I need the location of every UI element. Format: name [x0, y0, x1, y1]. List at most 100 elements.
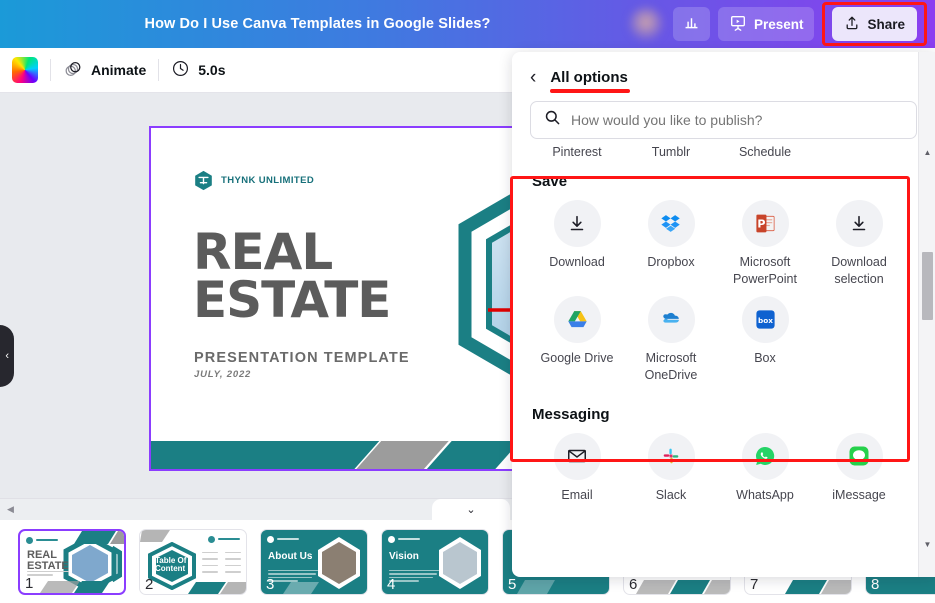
thumbnail-number: 2: [145, 575, 154, 593]
tile-label: Microsoft OneDrive: [644, 350, 698, 382]
slide-panel-collapse-tab[interactable]: ⌄: [432, 499, 510, 520]
tile-label: Dropbox: [647, 255, 695, 269]
avatar[interactable]: [628, 7, 663, 41]
tile-download-selection[interactable]: Download selection: [812, 200, 906, 288]
tile-whatsapp[interactable]: WhatsApp: [718, 432, 812, 504]
thumbnail-number: 4: [387, 575, 396, 593]
share-button[interactable]: Share: [832, 7, 917, 41]
slide-thumbnail-1[interactable]: REAL ESTATE 1: [18, 528, 126, 595]
title-underline-annotation: [550, 89, 630, 93]
save-tile-grid: Download Dropbox P Microsoft PowerPoint …: [530, 200, 917, 392]
slide-thumbnail-2[interactable]: Table Of Content 2: [139, 528, 247, 595]
tile-box[interactable]: box Box: [718, 295, 812, 384]
duration-button[interactable]: 5.0s: [171, 59, 225, 81]
thumbnail-title: About Us: [268, 550, 313, 562]
thumb-logo: [26, 536, 58, 544]
panel-title: All options: [550, 68, 628, 86]
scroll-up-arrow[interactable]: ▲: [919, 144, 935, 161]
box-icon: box: [741, 295, 789, 343]
tile-email[interactable]: Email: [530, 432, 624, 504]
animate-button[interactable]: Animate: [63, 59, 146, 82]
tile-label: Email: [561, 487, 593, 502]
triangle-left-icon[interactable]: ◀: [7, 504, 14, 515]
insights-button[interactable]: [672, 7, 710, 41]
animate-label: Animate: [91, 62, 147, 78]
thumb-bottom-stripe: [188, 581, 246, 594]
thumbnail-number: 3: [266, 575, 275, 593]
messaging-section: Messaging Email Slack WhatsApp iMessage: [512, 406, 935, 512]
chevron-down-icon: ⌄: [466, 504, 476, 516]
slide-logo-text: THYNK UNLIMITED: [221, 175, 315, 186]
thumbnail-title: REAL ESTATE: [27, 548, 69, 573]
imessage-icon: [835, 432, 883, 480]
present-button[interactable]: Present: [717, 7, 815, 41]
tile-google-drive[interactable]: Google Drive: [530, 295, 624, 384]
messaging-tile-grid: Email Slack WhatsApp iMessage: [530, 432, 917, 512]
onedrive-cloud-icon: [647, 295, 695, 343]
thumbnail-title: Vision: [389, 550, 419, 562]
tile-label: iMessage: [832, 487, 886, 502]
rainbow-color-swatch[interactable]: [12, 57, 38, 83]
top-bar: How Do I Use Canva Templates in Google S…: [0, 0, 935, 48]
duration-label: 5.0s: [198, 62, 226, 78]
powerpoint-icon: P: [741, 200, 789, 247]
option-pinterest[interactable]: Pinterest: [530, 145, 624, 159]
tile-label: Microsoft PowerPoint: [733, 255, 797, 286]
tile-label: WhatsApp: [736, 487, 794, 502]
thumb-bullets-2: [225, 551, 241, 575]
thumb-logo: [388, 535, 420, 543]
envelope-icon: [553, 432, 601, 480]
bar-chart-icon: [683, 14, 700, 34]
tile-microsoft-onedrive[interactable]: Microsoft OneDrive: [624, 295, 718, 384]
back-chevron-icon[interactable]: ‹: [530, 68, 536, 87]
tile-microsoft-powerpoint[interactable]: P Microsoft PowerPoint: [718, 200, 812, 288]
scrollbar-thumb[interactable]: [922, 252, 933, 320]
panel-search-wrapper: [512, 91, 935, 139]
download-arrow-icon: [835, 200, 883, 247]
thumb-lines: [389, 569, 439, 584]
share-button-wrapper: Share: [822, 0, 927, 48]
toolbar-divider-2: [158, 59, 160, 81]
slide-subtitle: PRESENTATION TEMPLATE: [194, 350, 410, 366]
tile-imessage[interactable]: iMessage: [812, 432, 906, 504]
tile-label: Slack: [655, 487, 687, 502]
thumbnail-title: Table Of Content: [155, 555, 187, 574]
tile-label: Download selection: [831, 255, 887, 286]
slide-thumbnail-4[interactable]: Vision 4: [381, 528, 489, 595]
search-icon: [544, 109, 561, 131]
option-schedule[interactable]: Schedule: [718, 145, 812, 159]
left-panel-expand-tab[interactable]: ‹: [0, 325, 14, 387]
search-box[interactable]: [530, 101, 917, 139]
tile-label: Download: [549, 255, 605, 269]
save-section: Save Download Dropbox P Microsoft PowerP…: [512, 173, 935, 392]
tile-download[interactable]: Download: [530, 200, 624, 288]
present-label: Present: [753, 16, 804, 32]
thynk-logo-icon: [195, 170, 212, 191]
share-upload-icon: [844, 15, 860, 34]
svg-text:P: P: [757, 217, 765, 230]
slide-heading: REAL ESTATE: [193, 223, 391, 329]
slide-thumbnail-3[interactable]: About Us 3: [260, 528, 368, 595]
panel-scrollbar[interactable]: ▲ ▼: [918, 52, 935, 577]
thumbnail-number: 5: [508, 575, 517, 593]
thumb-bullets: [202, 551, 218, 575]
chevron-left-icon: ‹: [5, 350, 9, 362]
slide-heading-line1: REAL: [193, 223, 333, 281]
slide-date: JULY, 2022: [194, 369, 252, 380]
google-drive-icon: [553, 295, 601, 343]
scroll-down-arrow[interactable]: ▼: [919, 536, 935, 553]
save-section-title: Save: [532, 173, 568, 190]
tile-dropbox[interactable]: Dropbox: [624, 200, 718, 288]
animate-circles-icon: [63, 59, 83, 82]
option-tumblr[interactable]: Tumblr: [624, 145, 718, 159]
toolbar-divider: [50, 59, 51, 81]
search-input[interactable]: [571, 112, 903, 128]
tile-label: Google Drive: [540, 350, 614, 365]
presentation-screen-icon: [729, 14, 747, 35]
tile-slack[interactable]: Slack: [624, 432, 718, 504]
dropbox-icon: [647, 200, 695, 247]
slide-heading-line2: ESTATE: [193, 271, 391, 329]
thumb-hexagon: [439, 536, 481, 589]
messaging-section-title: Messaging: [532, 405, 610, 423]
thumbnail-number: 1: [25, 574, 34, 592]
